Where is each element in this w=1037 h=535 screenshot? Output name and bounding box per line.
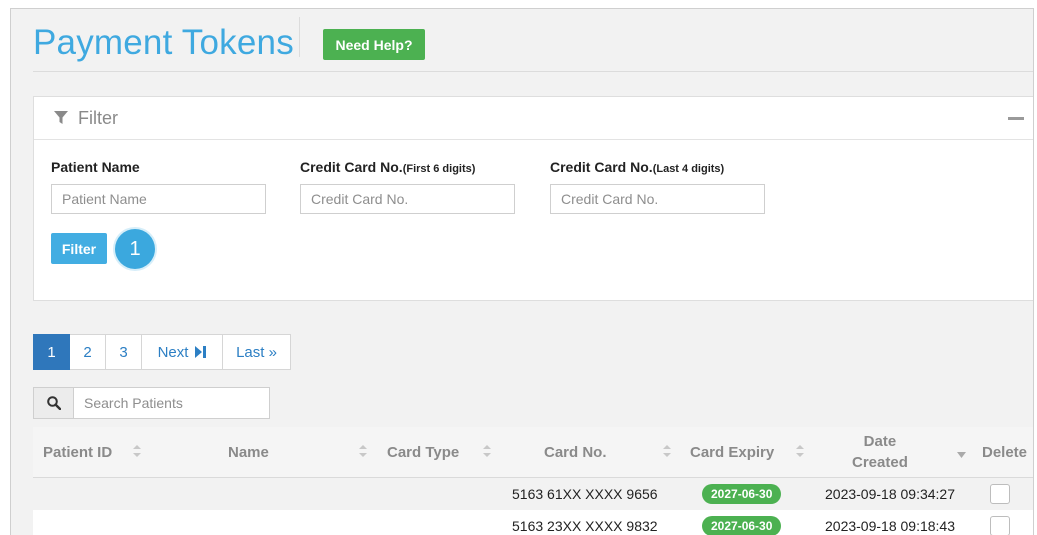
delete-checkbox[interactable] [990, 516, 1010, 535]
patient-name-label: Patient Name [51, 159, 140, 175]
page-title: Payment Tokens [33, 23, 294, 62]
table-row: 5163 61XX XXXX 9656 2027-06-30 2023-09-1… [33, 478, 1033, 510]
last-page-link[interactable]: Last » [223, 334, 291, 370]
card-expiry-badge: 2027-06-30 [702, 484, 782, 504]
next-page-link[interactable]: Next [142, 334, 223, 370]
page-header: Payment Tokens [33, 21, 294, 65]
card-first6-label: Credit Card No. [300, 159, 403, 175]
sort-icon [133, 445, 141, 457]
date-created-cell: 2023-09-18 09:34:27 [825, 486, 955, 502]
sort-icon [663, 445, 671, 457]
patient-name-field: Patient Name [51, 159, 266, 214]
col-card-expiry[interactable]: Card Expiry [690, 427, 774, 477]
patient-name-input[interactable] [51, 184, 266, 214]
col-created-label: Created [852, 454, 908, 471]
step-forward-icon [195, 346, 207, 358]
card-first6-hint: (First 6 digits) [402, 163, 476, 175]
page-2-link[interactable]: 2 [70, 334, 106, 370]
col-patient-id[interactable]: Patient ID [43, 427, 112, 477]
card-last4-hint: (Last 4 digits) [652, 163, 725, 175]
sort-icon [483, 445, 491, 457]
title-divider [299, 17, 300, 57]
step-marker-badge: 1 [115, 229, 155, 269]
col-name[interactable]: Name [228, 427, 269, 477]
card-expiry-badge: 2027-06-30 [702, 516, 782, 535]
col-date-label: Date [863, 433, 897, 450]
table-row: 5163 23XX XXXX 9832 2027-06-30 2023-09-1… [33, 510, 1033, 535]
filter-panel: Filter Patient Name Credit Card No.(Firs… [33, 96, 1033, 301]
card-last4-label: Credit Card No. [550, 159, 653, 175]
payment-tokens-table: Patient ID Name Card Type Card No. Card … [33, 427, 1033, 535]
header-divider [33, 71, 1033, 72]
filter-icon [54, 111, 68, 124]
delete-checkbox[interactable] [990, 484, 1010, 504]
sort-icon [796, 445, 804, 457]
search-icon [46, 396, 61, 410]
payment-tokens-page: Payment Tokens Need Help? Filter Patient… [10, 8, 1034, 535]
need-help-button[interactable]: Need Help? [323, 29, 425, 60]
collapse-panel-icon[interactable] [1008, 117, 1024, 120]
sort-desc-icon [957, 452, 966, 458]
filter-heading: Filter [78, 107, 118, 128]
next-page-label: Next [157, 343, 189, 361]
card-no-cell: 5163 23XX XXXX 9832 [512, 518, 658, 534]
card-first6-field: Credit Card No.(First 6 digits) [300, 159, 515, 214]
date-created-cell: 2023-09-18 09:18:43 [825, 518, 955, 534]
search-button[interactable] [33, 387, 74, 419]
sort-icon [359, 445, 367, 457]
page-3-link[interactable]: 3 [106, 334, 142, 370]
col-delete: Delete [982, 443, 1028, 461]
filter-panel-header: Filter [34, 97, 1033, 140]
card-first6-input[interactable] [300, 184, 515, 214]
col-date-created[interactable]: Date Created [852, 427, 908, 477]
col-card-type[interactable]: Card Type [387, 427, 459, 477]
card-no-cell: 5163 61XX XXXX 9656 [512, 486, 658, 502]
search-patients-input[interactable] [74, 387, 270, 419]
table-header: Patient ID Name Card Type Card No. Card … [33, 427, 1033, 478]
patient-search [33, 387, 270, 419]
page-1-link[interactable]: 1 [33, 334, 70, 370]
card-last4-field: Credit Card No.(Last 4 digits) [550, 159, 765, 214]
filter-button[interactable]: Filter [51, 233, 107, 264]
col-card-no[interactable]: Card No. [544, 427, 607, 477]
card-last4-input[interactable] [550, 184, 765, 214]
pagination: 1 2 3 Next Last » [33, 334, 291, 370]
